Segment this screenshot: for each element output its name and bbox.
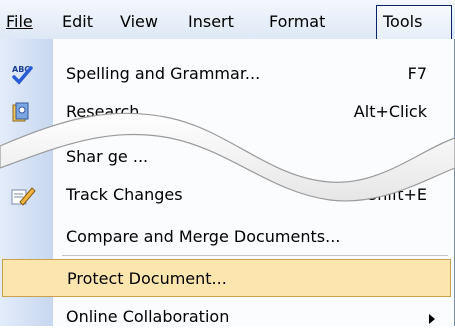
- torn-edge-overlay: [0, 112, 455, 202]
